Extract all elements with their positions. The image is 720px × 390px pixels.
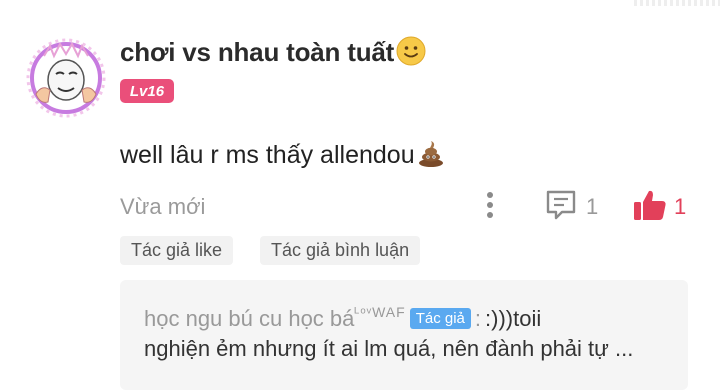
reply-preview-line-1: học ngu bú cu học báᴸᵒᵛWAF Tác giả::)))to… (144, 304, 541, 332)
author-name-text: chơi vs nhau toàn tuất (120, 37, 395, 67)
avatar[interactable] (26, 38, 106, 118)
comment-reply-icon[interactable] (544, 188, 578, 222)
comment-timestamp: Vừa mới (120, 194, 206, 219)
reply-count: 1 (586, 194, 599, 219)
reply-text-line-1: :)))toii (485, 306, 542, 331)
comment-author-name[interactable]: chơi vs nhau toàn tuất (120, 36, 426, 73)
tag-author-commented: Tác giả bình luận (260, 236, 421, 265)
comment-text: well lâu r ms thấy allendou (120, 141, 415, 169)
pile-of-poo-icon (417, 140, 445, 175)
reply-author-suffix: ᴸᵒᵛWAF (354, 304, 406, 320)
comment-body: well lâu r ms thấy allendou (120, 140, 445, 175)
like-count: 1 (674, 194, 687, 219)
reply-preview[interactable]: học ngu bú cu học báᴸᵒᵛWAF Tác giả::)))to… (120, 280, 688, 390)
reply-separator: : (474, 306, 482, 331)
reply-text-line-2: nghiện ẻm nhưng ít ai lm quá, nên đành p… (144, 336, 634, 361)
slightly-smiling-face-icon (396, 36, 426, 73)
reply-author-name[interactable]: học ngu bú cu học bá (144, 306, 354, 331)
tag-author-liked: Tác giả like (120, 236, 234, 265)
avatar-meme-face-icon (26, 38, 106, 118)
thumbs-up-icon[interactable] (632, 188, 668, 222)
author-badge: Tác giả (409, 308, 471, 329)
more-vertical-icon[interactable] (480, 190, 500, 220)
decorative-divider (634, 0, 720, 6)
level-badge: Lv16 (120, 79, 174, 103)
